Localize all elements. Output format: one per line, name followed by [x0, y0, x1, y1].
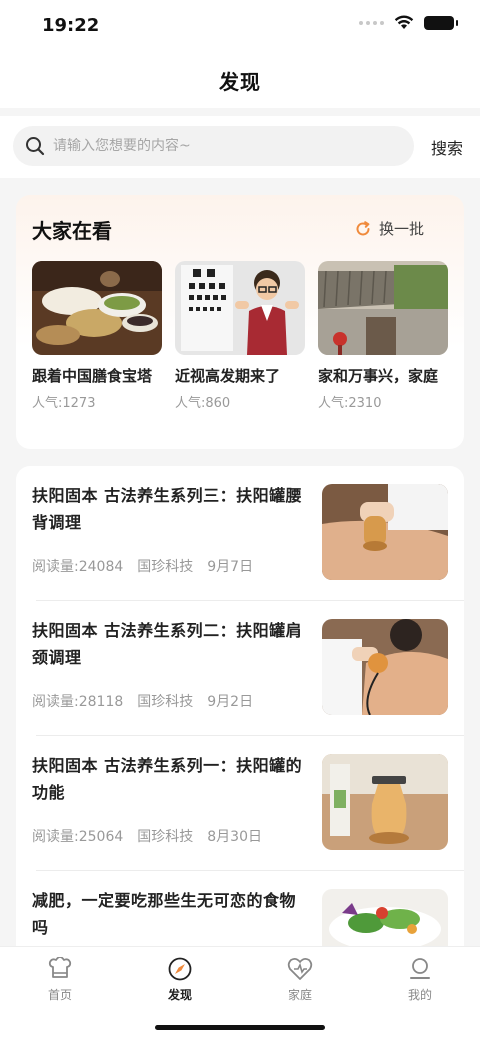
tab-label: 发现 — [167, 988, 192, 1002]
article-thumbnail-cupping-device — [322, 754, 448, 850]
article-item[interactable]: 扶阳固本 古法养生系列二：扶阳罐肩颈调理 阅读量:28118 国珍科技 9月2日 — [16, 601, 464, 736]
article-date: 9月2日 — [207, 694, 254, 710]
status-icons — [359, 15, 458, 30]
article-title: 扶阳固本 古法养生系列三：扶阳罐腰背调理 — [32, 486, 303, 532]
article-title: 减肥，一定要吃那些生无可恋的食物吗 — [32, 891, 297, 937]
tab-label: 我的 — [407, 988, 432, 1002]
tab-discover[interactable]: 发现 — [140, 957, 220, 1003]
discover-icon — [168, 957, 192, 981]
search-icon — [26, 137, 45, 156]
article-list: 扶阳固本 古法养生系列三：扶阳罐腰背调理 阅读量:24084 国珍科技 9月7日… — [16, 466, 464, 946]
trending-card: 大家在看 换一批 跟着中国膳食宝塔 人气:1273 近视高发期来了 人气:860… — [16, 195, 464, 449]
search-box[interactable] — [13, 126, 414, 166]
article-item[interactable]: 减肥，一定要吃那些生无可恋的食物吗 — [16, 871, 464, 946]
home-icon — [48, 957, 72, 978]
nav-bar: 发现 — [0, 52, 480, 108]
wifi-icon — [394, 15, 414, 29]
page-title: 发现 — [219, 69, 261, 94]
article-meta: 阅读量:25064 国珍科技 8月30日 — [32, 826, 262, 846]
trending-item-title: 跟着中国膳食宝塔 — [32, 367, 153, 385]
article-title: 扶阳固本 古法养生系列一：扶阳罐的功能 — [32, 756, 303, 802]
family-icon — [287, 957, 313, 980]
tab-home[interactable]: 首页 — [20, 957, 100, 1003]
tab-family[interactable]: 家庭 — [260, 957, 340, 1003]
article-source: 国珍科技 — [137, 694, 194, 710]
trending-thumbnail-courtyard — [318, 261, 448, 355]
refresh-button[interactable]: 换一批 — [355, 218, 424, 239]
trending-item-popularity: 人气:860 — [175, 396, 231, 411]
status-bar: 19:22 — [0, 0, 480, 52]
trending-item[interactable]: 家和万事兴，家庭 人气:2310 — [318, 261, 448, 411]
search-input[interactable] — [53, 138, 373, 154]
trending-item-title: 家和万事兴，家庭 — [318, 367, 439, 385]
article-meta: 阅读量:28118 国珍科技 9月2日 — [32, 691, 253, 711]
trending-item-popularity: 人气:1273 — [32, 396, 96, 411]
article-source: 国珍科技 — [137, 559, 194, 575]
article-source: 国珍科技 — [137, 829, 194, 845]
tab-label: 首页 — [47, 988, 72, 1002]
trending-item-popularity: 人气:2310 — [318, 396, 382, 411]
refresh-icon — [356, 220, 370, 235]
trending-thumbnail-eye-chart — [175, 261, 305, 355]
article-title: 扶阳固本 古法养生系列二：扶阳罐肩颈调理 — [32, 621, 303, 667]
trending-thumbnail-grains — [32, 261, 162, 355]
article-date: 8月30日 — [207, 829, 262, 845]
tab-bar: 首页 发现 家庭 我的 — [0, 946, 480, 1039]
search-button[interactable]: 搜索 — [431, 135, 463, 159]
home-indicator — [155, 1025, 325, 1030]
signal-icon — [359, 20, 384, 25]
trending-title: 大家在看 — [32, 219, 112, 243]
article-thumbnail-back-massage — [322, 484, 448, 580]
profile-icon — [410, 958, 430, 979]
tab-profile[interactable]: 我的 — [380, 957, 460, 1003]
trending-item[interactable]: 跟着中国膳食宝塔 人气:1273 — [32, 261, 162, 411]
battery-icon — [424, 15, 458, 30]
article-thumbnail-shoulder-massage — [322, 619, 448, 715]
article-item[interactable]: 扶阳固本 古法养生系列三：扶阳罐腰背调理 阅读量:24084 国珍科技 9月7日 — [16, 466, 464, 601]
article-thumbnail-salad — [322, 889, 448, 946]
article-item[interactable]: 扶阳固本 古法养生系列一：扶阳罐的功能 阅读量:25064 国珍科技 8月30日 — [16, 736, 464, 871]
refresh-label: 换一批 — [378, 220, 424, 238]
trending-item[interactable]: 近视高发期来了 人气:860 — [175, 261, 305, 411]
article-reads: 阅读量:24084 — [32, 559, 124, 575]
tab-label: 家庭 — [287, 988, 312, 1002]
trending-item-title: 近视高发期来了 — [175, 367, 281, 385]
article-date: 9月7日 — [207, 559, 254, 575]
article-meta: 阅读量:24084 国珍科技 9月7日 — [32, 556, 253, 576]
article-reads: 阅读量:28118 — [32, 694, 124, 710]
search-area: 搜索 — [0, 116, 480, 178]
status-time: 19:22 — [42, 15, 100, 36]
article-reads: 阅读量:25064 — [32, 829, 124, 845]
